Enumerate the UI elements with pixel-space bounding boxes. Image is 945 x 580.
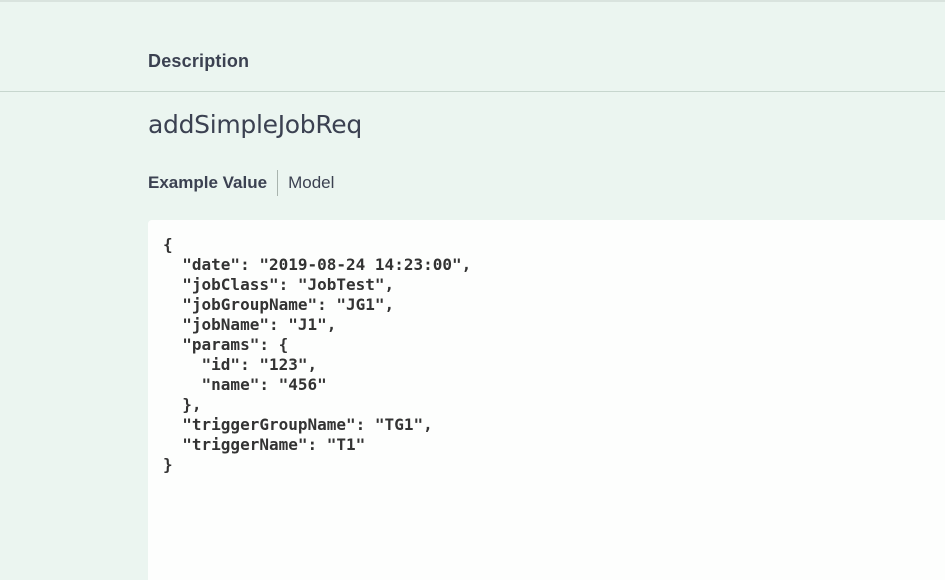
example-model-tabs: Example Value Model — [148, 170, 334, 196]
example-json-code: { "date": "2019-08-24 14:23:00", "jobCla… — [163, 235, 472, 474]
description-header: Description — [0, 2, 945, 92]
tab-example-value[interactable]: Example Value — [148, 173, 277, 193]
example-code-box: { "date": "2019-08-24 14:23:00", "jobCla… — [148, 220, 945, 580]
schema-name: addSimpleJobReq — [148, 110, 362, 139]
tab-model[interactable]: Model — [278, 173, 334, 193]
header-title: Description — [148, 51, 250, 71]
